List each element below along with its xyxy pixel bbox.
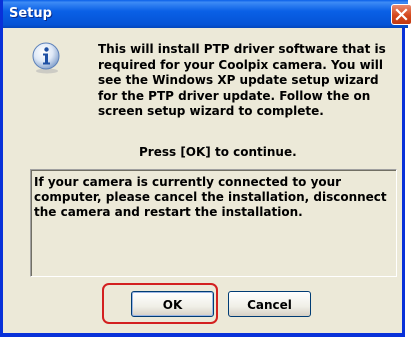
setup-dialog: Setup This will install PTP driver softw… xyxy=(0,0,413,337)
title-bar[interactable]: Setup xyxy=(3,0,408,28)
close-button[interactable] xyxy=(391,4,412,25)
install-message: This will install PTP driver software th… xyxy=(98,42,386,118)
connection-note-box: If your camera is currently connected to… xyxy=(30,169,397,277)
window-title: Setup xyxy=(9,6,52,21)
ok-button-highlight xyxy=(102,283,218,324)
window-bottom-border xyxy=(0,333,405,337)
information-icon xyxy=(32,42,60,74)
close-icon xyxy=(395,8,408,21)
press-ok-instruction: Press [OK] to continue. xyxy=(139,145,297,159)
connection-note: If your camera is currently connected to… xyxy=(34,175,387,219)
cancel-button[interactable]: Cancel xyxy=(228,291,311,317)
